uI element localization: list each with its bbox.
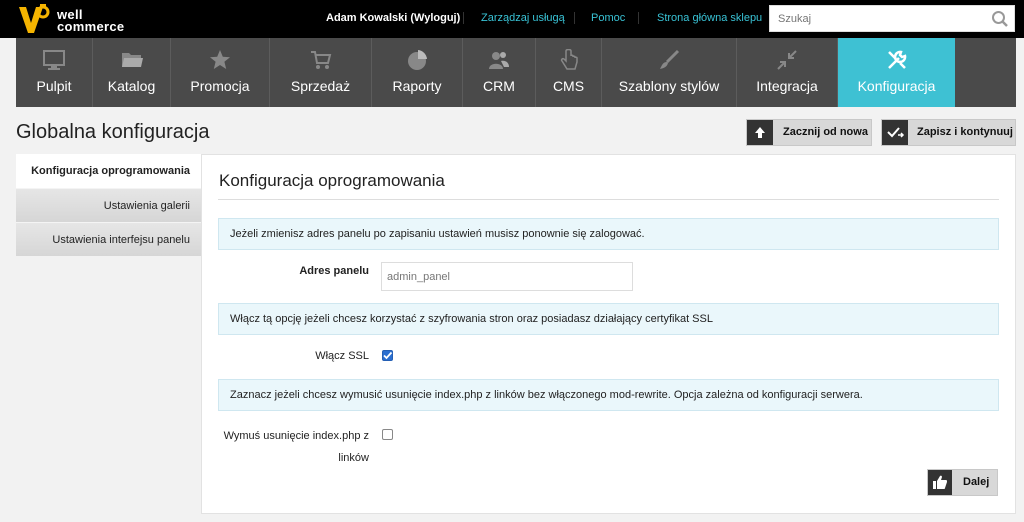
nav-item-sprzedaz[interactable]: Sprzedaż: [270, 38, 372, 107]
admin-panel-label: Adres panelu: [299, 265, 369, 277]
thumbs-up-icon: [933, 475, 947, 489]
pie-chart-icon: [408, 50, 427, 70]
separator: [574, 12, 575, 24]
user-name: Adam Kowalski: [326, 12, 408, 24]
top-bar: well commerce Adam Kowalski (Wyloguj) Za…: [0, 0, 1024, 38]
nav-label: Integracja: [756, 78, 818, 94]
check-arrow-icon: [887, 127, 905, 138]
separator: [638, 12, 639, 24]
ssl-checkbox[interactable]: [382, 350, 393, 361]
next-icon-box: [928, 470, 952, 495]
nav-label: Sprzedaż: [290, 78, 351, 94]
monitor-icon: [43, 50, 65, 70]
hand-icon: [560, 49, 578, 70]
index-php-label-line-2: linków: [338, 452, 369, 464]
checkmark-icon: [383, 351, 393, 360]
brush-icon: [660, 49, 680, 69]
arrow-up-icon: [755, 127, 765, 138]
reset-label: Zacznij od nowa: [783, 126, 868, 138]
nav-label: Szablony stylów: [618, 78, 720, 94]
logo[interactable]: well commerce: [17, 3, 157, 35]
index-php-checkbox[interactable]: [382, 429, 393, 440]
nav-item-pulpit[interactable]: Pulpit: [16, 38, 93, 107]
tools-icon: [887, 50, 906, 69]
separator: [463, 12, 464, 24]
page-title: Globalna konfiguracja: [16, 121, 210, 143]
nav-item-integracja[interactable]: Integracja: [737, 38, 838, 107]
logout-link[interactable]: (Wyloguj): [410, 12, 460, 24]
nav-label: CRM: [483, 78, 515, 94]
nav-item-promocja[interactable]: Promocja: [171, 38, 270, 107]
help-link[interactable]: Pomoc: [591, 12, 625, 24]
main-nav: Pulpit Katalog Promocja Sprzedaż Raporty…: [16, 38, 1016, 107]
search-box: [769, 5, 1015, 32]
cart-icon: [310, 51, 331, 69]
nav-label: Pulpit: [36, 78, 72, 94]
wellcommerce-logo-icon: [19, 4, 50, 33]
store-home-link[interactable]: Strona główna sklepu: [657, 12, 762, 24]
search-icon[interactable]: [991, 10, 1009, 28]
next-label: Dalej: [963, 476, 990, 488]
user-info: Adam Kowalski (Wyloguj): [326, 12, 460, 24]
info-box-panel-address: Jeżeli zmienisz adres panelu po zapisani…: [218, 218, 999, 250]
folder-icon: [121, 53, 143, 67]
logo-text: well commerce: [57, 8, 125, 34]
manage-service-link[interactable]: Zarządzaj usługą: [481, 12, 565, 24]
save-icon-box: [882, 120, 908, 145]
nav-item-raporty[interactable]: Raporty: [372, 38, 463, 107]
sidebar-item-software-config[interactable]: Konfiguracja oprogramowania: [16, 154, 201, 188]
next-button[interactable]: Dalej: [927, 469, 998, 496]
logo-line-2: commerce: [57, 19, 125, 34]
users-icon: [489, 52, 509, 69]
main-panel: Konfiguracja oprogramowania Jeżeli zmien…: [201, 154, 1016, 514]
info-box-index-php: Zaznacz jeżeli chcesz wymusić usunięcie …: [218, 379, 999, 411]
sidebar-item-panel-interface[interactable]: Ustawienia interfejsu panelu: [16, 222, 201, 256]
index-php-label-line-1: Wymuś usunięcie index.php z: [223, 430, 369, 442]
reset-icon-box: [747, 120, 773, 145]
star-icon: [210, 50, 230, 69]
arrows-icon: [777, 50, 797, 70]
nav-label: Promocja: [190, 78, 250, 94]
index-php-label: Wymuś usunięcie index.php z linków: [202, 425, 369, 469]
search-input[interactable]: [770, 6, 980, 31]
nav-item-cms[interactable]: CMS: [536, 38, 602, 107]
section-title: Konfiguracja oprogramowania: [219, 171, 445, 190]
nav-item-konfiguracja[interactable]: Konfiguracja: [838, 38, 955, 107]
nav-item-katalog[interactable]: Katalog: [93, 38, 171, 107]
info-box-ssl: Włącz tą opcję jeżeli chcesz korzystać z…: [218, 303, 999, 335]
save-label: Zapisz i kontynuuj: [917, 126, 1013, 138]
nav-label: Katalog: [107, 78, 156, 94]
divider: [218, 199, 999, 200]
nav-item-crm[interactable]: CRM: [463, 38, 536, 107]
sidebar-item-gallery-settings[interactable]: Ustawienia galerii: [16, 188, 201, 222]
admin-panel-input[interactable]: [381, 262, 633, 291]
save-continue-button[interactable]: Zapisz i kontynuuj: [881, 119, 1016, 146]
nav-label: CMS: [552, 78, 585, 94]
nav-label: Konfiguracja: [857, 78, 936, 94]
ssl-label: Włącz SSL: [315, 350, 369, 362]
nav-item-szablony[interactable]: Szablony stylów: [602, 38, 737, 107]
nav-label: Raporty: [392, 78, 442, 94]
reset-button[interactable]: Zacznij od nowa: [746, 119, 872, 146]
